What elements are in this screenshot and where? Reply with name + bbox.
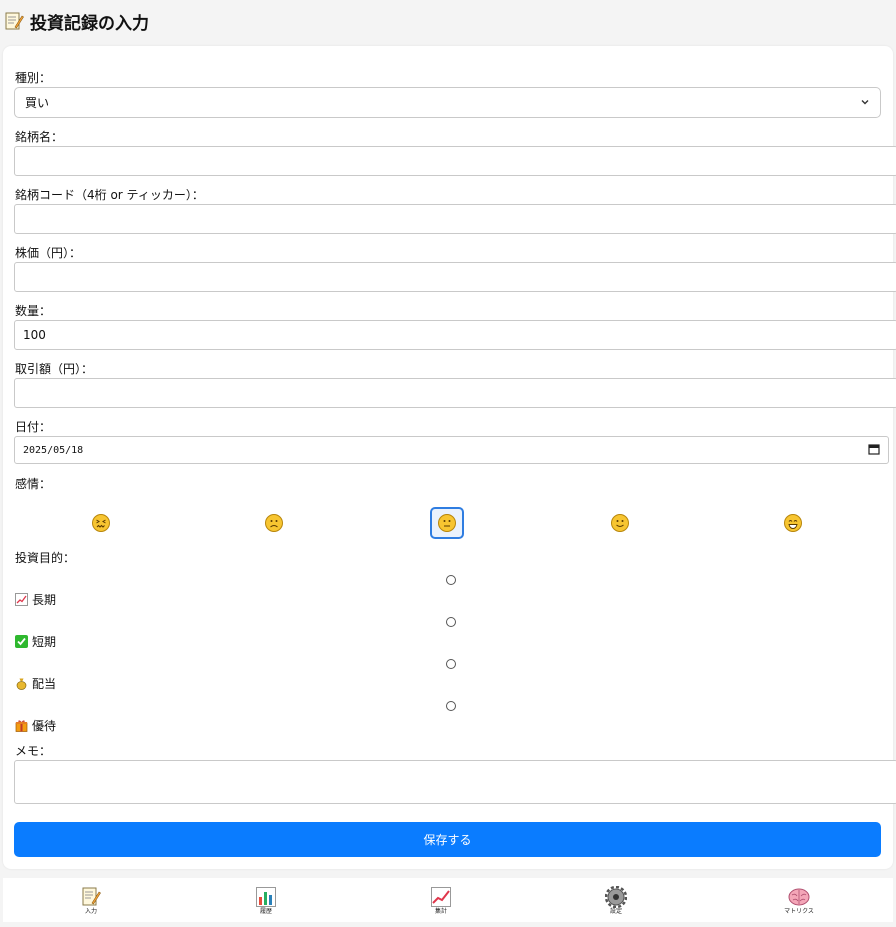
- nav-item-matrix[interactable]: マトリクス: [759, 878, 839, 922]
- page-title: 投資記録の入力: [30, 13, 149, 34]
- quantity-input[interactable]: 100: [14, 320, 896, 350]
- nav-item-summary[interactable]: 集計: [401, 878, 481, 922]
- gear-icon: [604, 885, 628, 908]
- type-select[interactable]: 買い: [14, 87, 881, 118]
- amount-label: 取引額（円）：: [15, 362, 94, 376]
- purpose-label-long-term: 長期: [32, 593, 57, 607]
- name-label: 銘柄名：: [15, 130, 64, 144]
- emotion-label: 感情：: [15, 477, 52, 491]
- purpose-radio-benefit[interactable]: [446, 701, 456, 711]
- purpose-label-short-term: 短期: [32, 635, 57, 649]
- purpose-radio-short-term[interactable]: [446, 617, 456, 627]
- memo-label: メモ：: [15, 744, 52, 758]
- purpose-radio-long-term[interactable]: [446, 575, 456, 585]
- purpose-option-long-term[interactable]: 長期: [15, 591, 56, 608]
- nav-item-history[interactable]: 履歴: [226, 878, 306, 922]
- emotion-option-grinning[interactable]: [776, 507, 810, 539]
- type-label: 種別：: [15, 71, 52, 85]
- frowning-face-icon: [265, 514, 283, 532]
- bar-chart-icon: [255, 886, 277, 908]
- calendar-icon[interactable]: [868, 443, 880, 458]
- bottom-nav: 入力 履歴 集計 設定 マトリクス: [3, 878, 893, 922]
- emotion-option-confounded[interactable]: [84, 507, 118, 539]
- chart-increasing-icon: [15, 593, 28, 606]
- page-header: 投資記録の入力: [4, 8, 149, 34]
- neutral-face-icon: [438, 514, 456, 532]
- quantity-label: 数量：: [15, 304, 52, 318]
- price-label: 株価（円）：: [15, 246, 82, 260]
- type-select-value: 買い: [25, 96, 50, 110]
- chevron-down-icon: [860, 96, 870, 110]
- amount-input[interactable]: [14, 378, 896, 408]
- purpose-option-dividend[interactable]: 配当: [15, 675, 56, 692]
- date-label: 日付：: [15, 420, 52, 434]
- money-bag-icon: [15, 677, 28, 690]
- name-input[interactable]: [14, 146, 896, 176]
- gift-icon: [15, 719, 28, 732]
- nav-item-settings[interactable]: 設定: [576, 878, 656, 922]
- nav-item-input[interactable]: 入力: [51, 878, 131, 922]
- purpose-option-benefit[interactable]: 優待: [15, 717, 56, 734]
- memo-icon: [80, 886, 102, 908]
- confounded-face-icon: [92, 514, 110, 532]
- emotion-option-neutral[interactable]: [430, 507, 464, 539]
- brain-icon: [788, 886, 810, 908]
- purpose-label: 投資目的：: [15, 551, 76, 565]
- memo-textarea[interactable]: [14, 760, 896, 804]
- purpose-radio-dividend[interactable]: [446, 659, 456, 669]
- emotion-option-frowning[interactable]: [257, 507, 291, 539]
- chart-increasing-icon: [430, 886, 452, 908]
- slightly-smiling-face-icon: [611, 514, 629, 532]
- memo-icon: [4, 11, 24, 31]
- purpose-option-short-term[interactable]: 短期: [15, 633, 56, 650]
- date-input[interactable]: 2025/05/18: [14, 436, 889, 464]
- purpose-label-dividend: 配当: [32, 677, 57, 691]
- emotion-option-slightly-smiling[interactable]: [603, 507, 637, 539]
- grinning-face-icon: [784, 514, 802, 532]
- date-value: 2025/05/18: [23, 444, 84, 456]
- check-mark-icon: [15, 635, 28, 648]
- code-input[interactable]: [14, 204, 896, 234]
- code-label: 銘柄コード（4桁 or ティッカー）：: [15, 188, 204, 202]
- purpose-label-benefit: 優待: [32, 719, 57, 733]
- save-button[interactable]: 保存する: [14, 822, 881, 857]
- price-input[interactable]: [14, 262, 896, 292]
